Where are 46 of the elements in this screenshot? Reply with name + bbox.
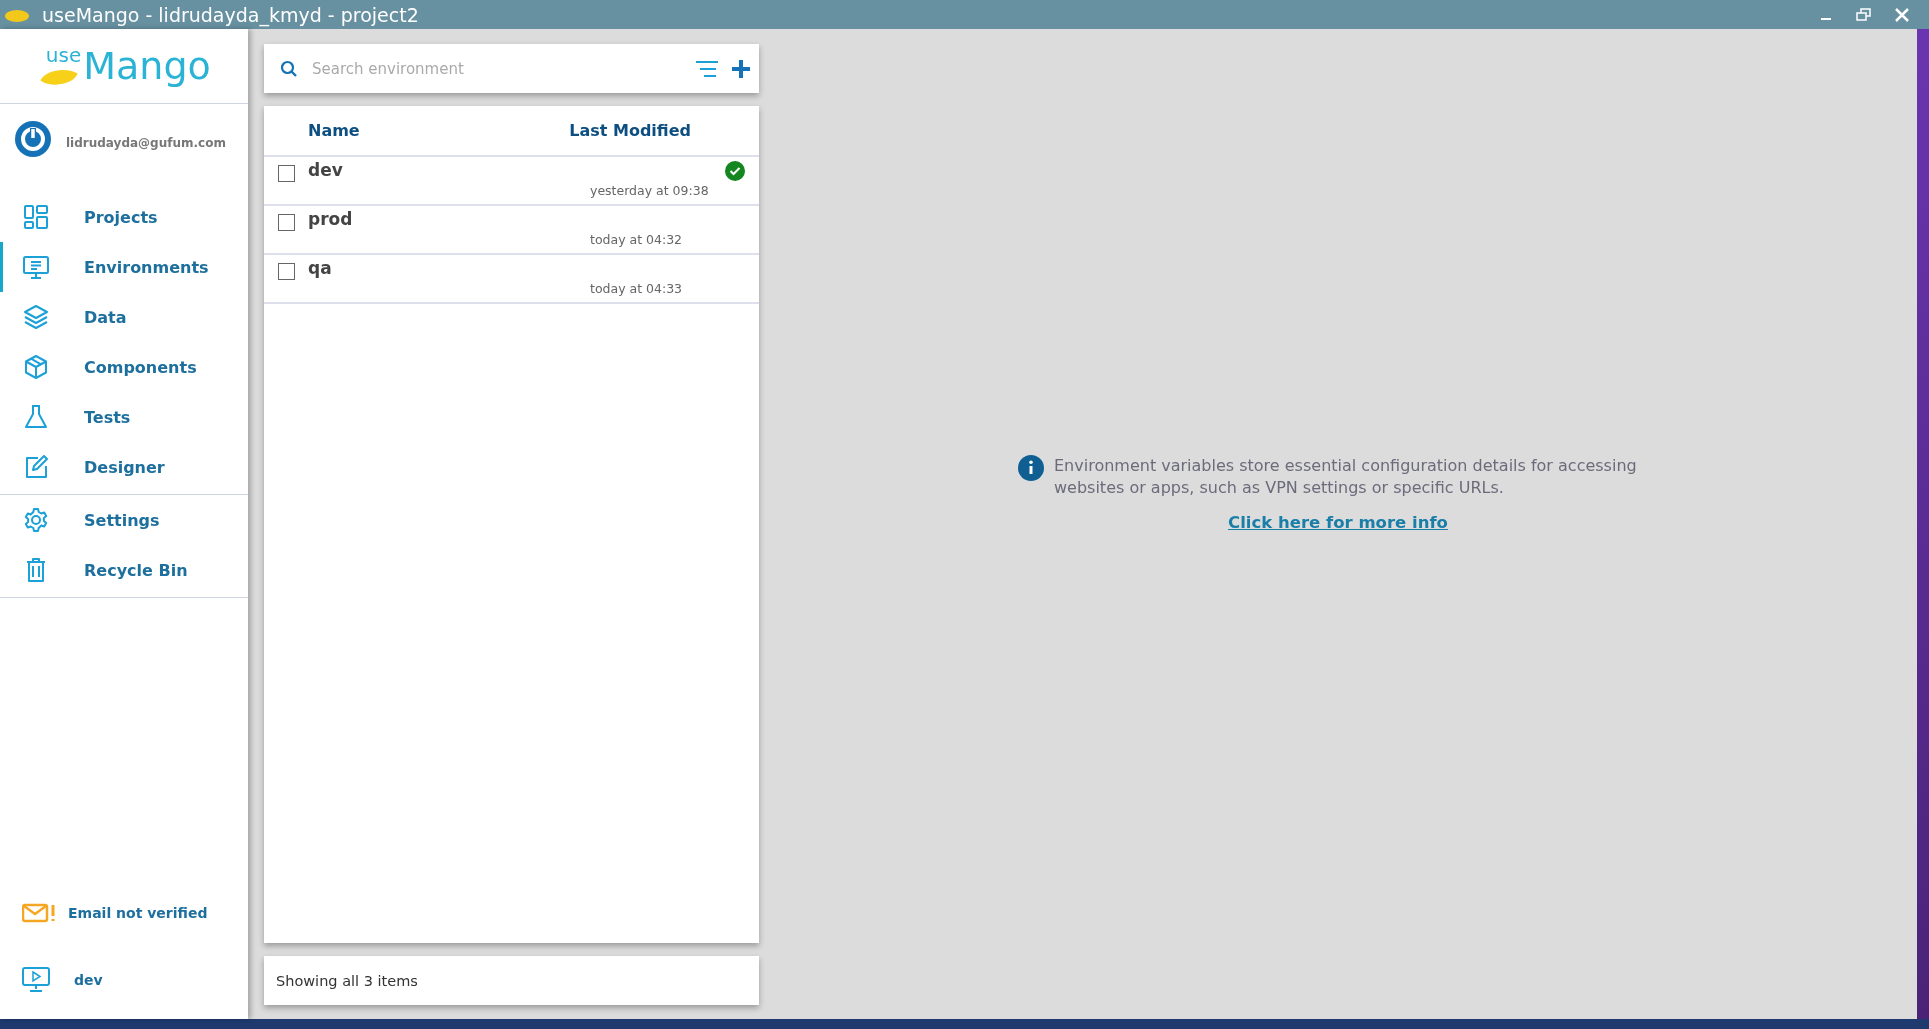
modified-time: today at 04:33 — [590, 281, 684, 296]
column-header[interactable]: Last Modified — [569, 121, 691, 140]
sidebar-item[interactable]: Designer — [0, 442, 248, 492]
table-row[interactable]: dev yesterday at 09:38 — [264, 157, 759, 206]
row-checkbox[interactable] — [278, 165, 295, 182]
current-environment[interactable]: dev — [74, 971, 103, 988]
sidebar-item[interactable]: Projects — [0, 192, 248, 242]
restore-icon[interactable] — [1856, 7, 1872, 22]
environments-icon — [22, 253, 50, 281]
email-status[interactable]: Email not verified — [68, 904, 208, 921]
sidebar-item[interactable]: Data — [0, 292, 248, 342]
user-email: lidrudayda@gufum.com — [66, 136, 226, 150]
item-count: Showing all 3 items — [276, 972, 418, 989]
modified-time: today at 04:32 — [590, 232, 684, 247]
environment-name: prod — [308, 209, 353, 229]
sidebar-item[interactable]: Settings — [0, 495, 248, 545]
settings-icon — [22, 506, 50, 534]
sidebar-item[interactable]: Components — [0, 342, 248, 392]
data-icon — [22, 303, 50, 331]
sidebar-item[interactable]: Environments — [0, 242, 248, 292]
sidebar-item[interactable]: Recycle Bin — [0, 545, 248, 595]
info-icon — [1018, 454, 1044, 481]
sidebar-item[interactable]: Tests — [0, 392, 248, 442]
filter-icon[interactable] — [695, 59, 719, 78]
row-checkbox[interactable] — [278, 214, 295, 231]
user-avatar — [14, 120, 52, 158]
modified-time: yesterday at 09:38 — [590, 183, 710, 198]
search-bar[interactable]: Search environment — [264, 44, 759, 93]
column-header[interactable]: Name — [308, 121, 360, 140]
components-icon — [22, 353, 50, 381]
window-title: useMango - lidrudayda_kmyd - project2 — [42, 3, 420, 26]
environment-name: dev — [308, 160, 343, 180]
projects-icon — [22, 203, 50, 231]
environment-name: qa — [308, 258, 332, 278]
table-row[interactable]: qa today at 04:33 — [264, 255, 759, 304]
add-icon[interactable] — [731, 58, 751, 79]
search-field[interactable]: Search environment — [310, 58, 683, 79]
tests-icon — [22, 403, 50, 431]
info-text: Environment variables store essential configuration details for accessing websites or apps, such as VPN settings or specific URLs. — [1054, 454, 1638, 499]
mail-warning-icon — [22, 902, 56, 923]
monitor-play-icon — [22, 966, 50, 993]
close-icon[interactable] — [1895, 7, 1909, 22]
more-info-link[interactable]: Click here for more info — [1228, 512, 1448, 532]
table-row[interactable]: prod today at 04:32 — [264, 206, 759, 255]
search-icon — [280, 59, 298, 78]
row-checkbox[interactable] — [278, 263, 295, 280]
